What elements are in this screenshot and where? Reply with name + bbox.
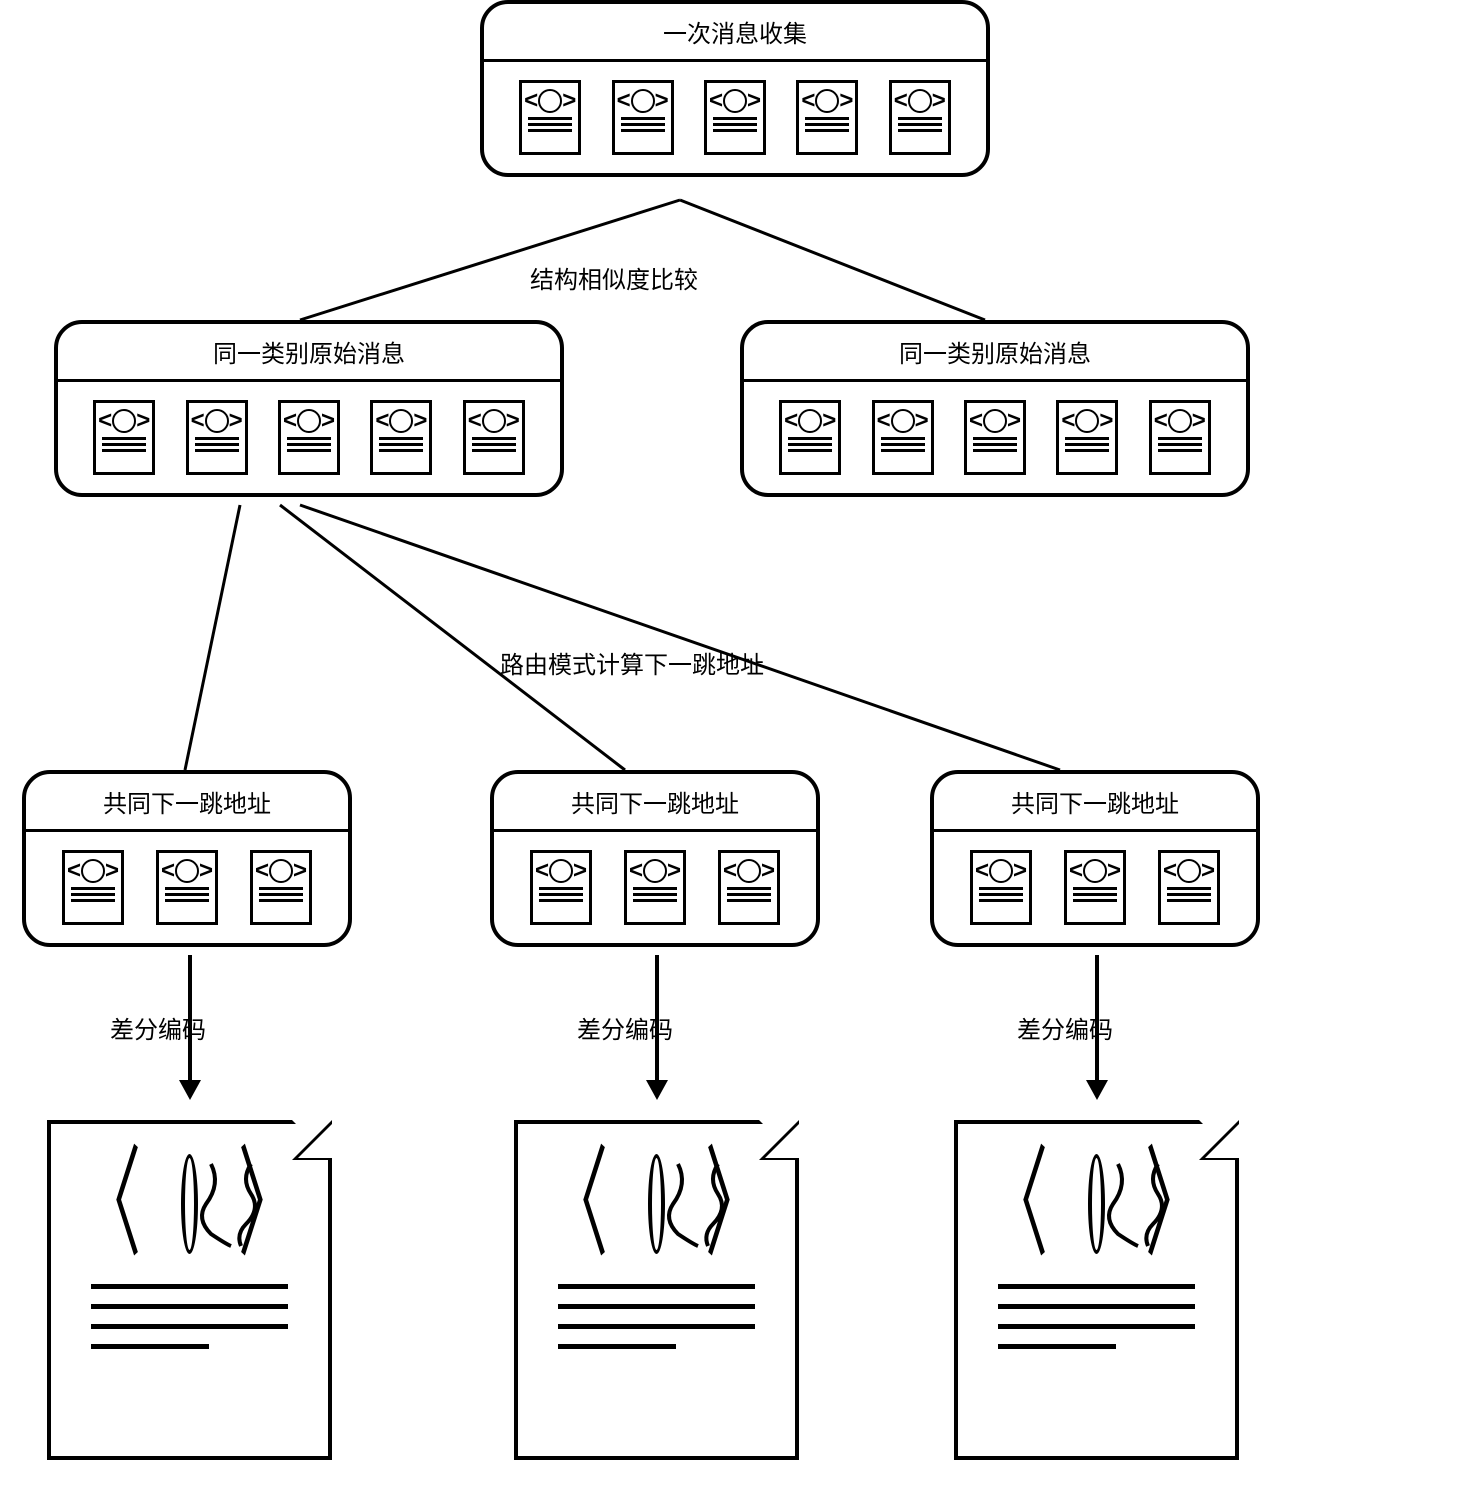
- doc-icon: <>: [889, 80, 951, 155]
- doc-icon: <>: [250, 850, 312, 925]
- output-doc-1: 〈 〉: [47, 1120, 332, 1460]
- output-doc-3: 〈 〉: [954, 1120, 1239, 1460]
- output-doc-2: 〈 〉: [514, 1120, 799, 1460]
- doc-icon: <>: [530, 850, 592, 925]
- edge-diff1-label: 差分编码: [110, 1010, 206, 1045]
- globe-icon: [181, 1154, 198, 1254]
- doc-icon: <>: [970, 850, 1032, 925]
- doc-icon: <>: [93, 400, 155, 475]
- node-hop1-icons: <> <> <>: [26, 832, 348, 943]
- doc-icon: <>: [62, 850, 124, 925]
- doc-icon: <>: [1149, 400, 1211, 475]
- node-hop2: 共同下一跳地址 <> <> <>: [490, 770, 820, 947]
- node-hop1-title: 共同下一跳地址: [26, 774, 348, 832]
- node-hop2-icons: <> <> <>: [494, 832, 816, 943]
- node-class-right: 同一类别原始消息 <> <> <> <> <>: [740, 320, 1250, 497]
- edge-routing-label: 路由模式计算下一跳地址: [500, 645, 764, 680]
- node-root: 一次消息收集 <> <> <> <> <>: [480, 0, 990, 177]
- doc-icon: <>: [872, 400, 934, 475]
- doc-icon: <>: [704, 80, 766, 155]
- doc-icon: <>: [278, 400, 340, 475]
- doc-icon: <>: [1056, 400, 1118, 475]
- node-root-title: 一次消息收集: [484, 4, 986, 62]
- edge-diff3-label: 差分编码: [1017, 1010, 1113, 1045]
- doc-icon: <>: [463, 400, 525, 475]
- edge-similarity-label: 结构相似度比较: [530, 260, 698, 295]
- node-hop1: 共同下一跳地址 <> <> <>: [22, 770, 352, 947]
- doc-icon: <>: [519, 80, 581, 155]
- node-class-right-icons: <> <> <> <> <>: [744, 382, 1246, 493]
- doc-icon: <>: [718, 850, 780, 925]
- node-root-icons: <> <> <> <> <>: [484, 62, 986, 173]
- node-hop3-icons: <> <> <>: [934, 832, 1256, 943]
- globe-icon: [648, 1154, 665, 1254]
- doc-icon: <>: [779, 400, 841, 475]
- node-class-left-title: 同一类别原始消息: [58, 324, 560, 382]
- node-class-right-title: 同一类别原始消息: [744, 324, 1246, 382]
- node-hop2-title: 共同下一跳地址: [494, 774, 816, 832]
- doc-icon: <>: [624, 850, 686, 925]
- node-class-left-icons: <> <> <> <> <>: [58, 382, 560, 493]
- doc-icon: <>: [370, 400, 432, 475]
- doc-icon: <>: [1158, 850, 1220, 925]
- doc-icon: <>: [186, 400, 248, 475]
- doc-icon: <>: [612, 80, 674, 155]
- doc-icon: <>: [1064, 850, 1126, 925]
- node-hop3-title: 共同下一跳地址: [934, 774, 1256, 832]
- doc-icon: <>: [964, 400, 1026, 475]
- edge-diff2-label: 差分编码: [577, 1010, 673, 1045]
- doc-icon: <>: [156, 850, 218, 925]
- node-class-left: 同一类别原始消息 <> <> <> <> <>: [54, 320, 564, 497]
- globe-icon: [1088, 1154, 1105, 1254]
- node-hop3: 共同下一跳地址 <> <> <>: [930, 770, 1260, 947]
- doc-icon: <>: [796, 80, 858, 155]
